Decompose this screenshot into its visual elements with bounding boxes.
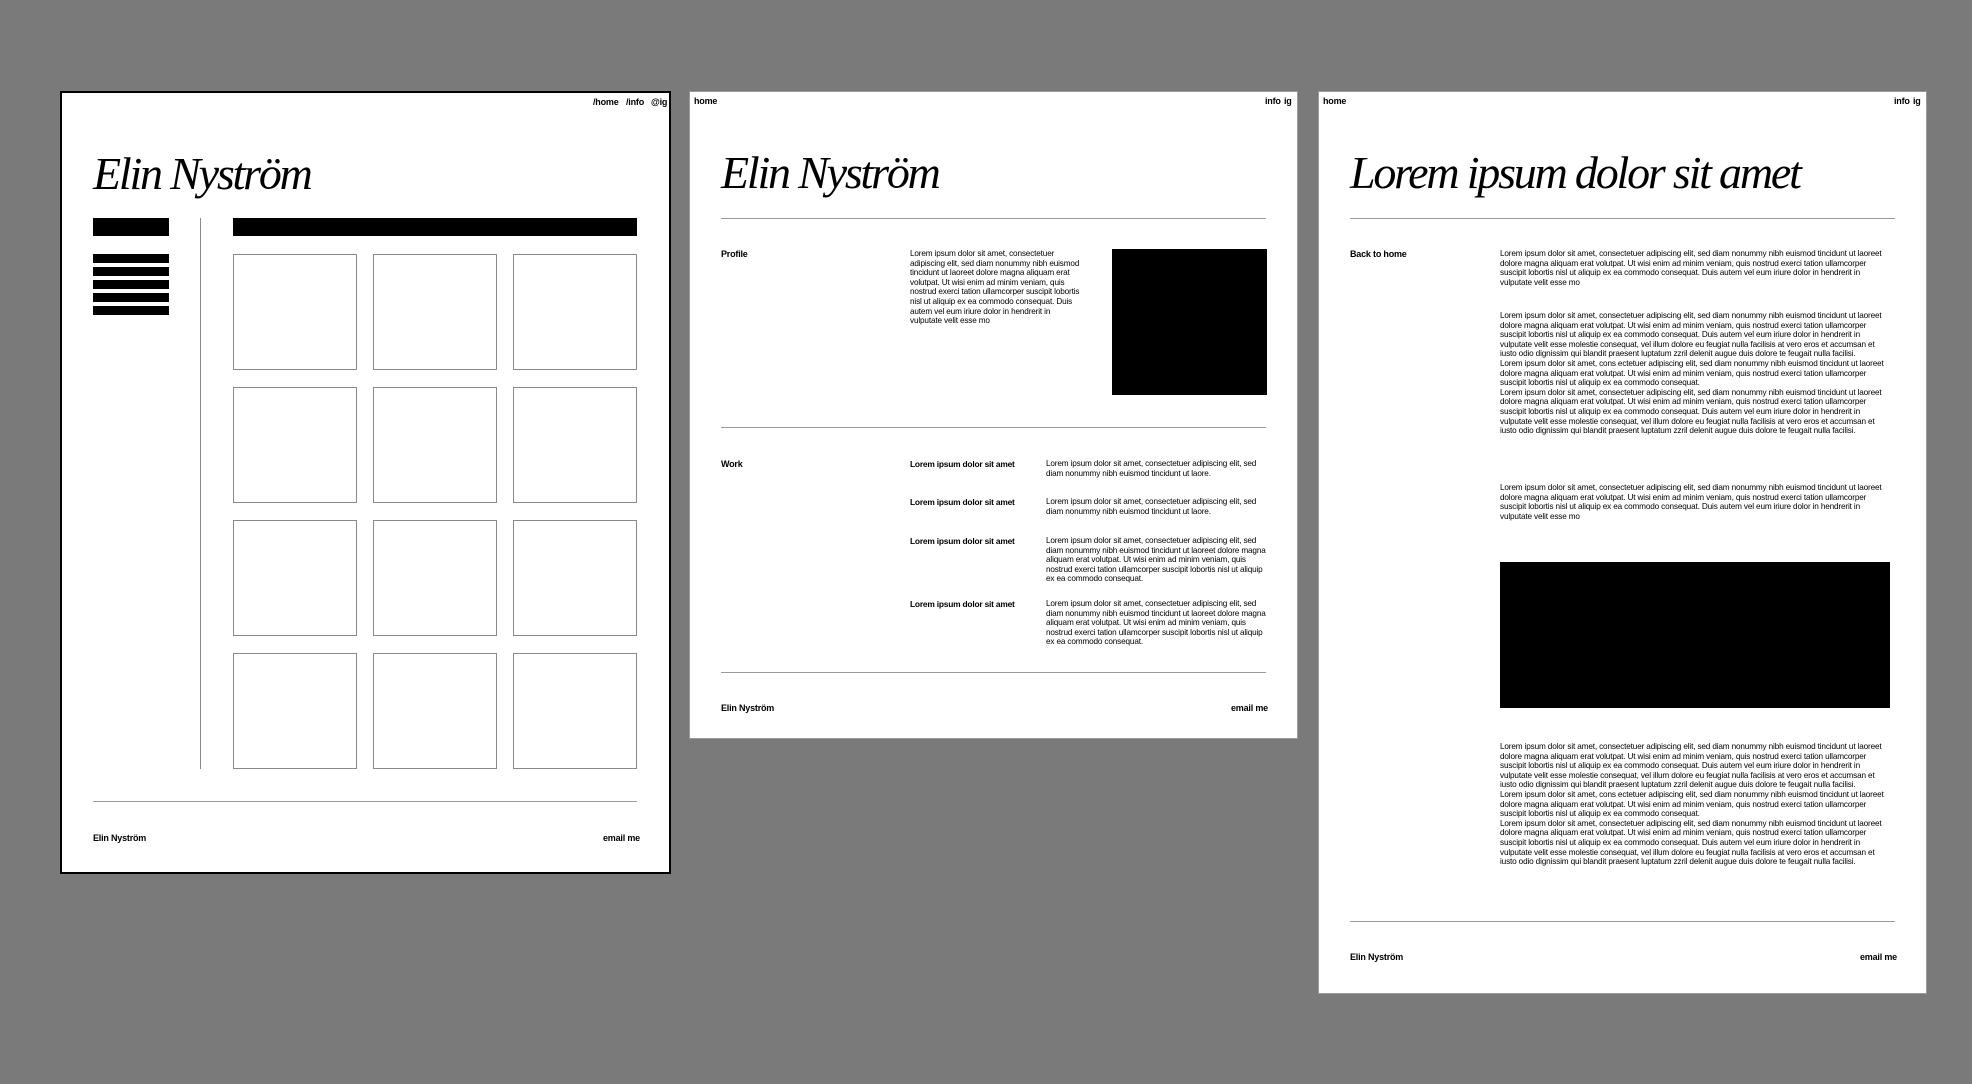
footer-divider (93, 801, 637, 802)
header-divider (1350, 218, 1895, 219)
sidebar-line-placeholder (93, 293, 169, 302)
grid-tile[interactable] (513, 520, 637, 636)
footer-divider (1350, 921, 1895, 922)
work-item-text: Lorem ipsum dolor sit amet, consectetuer… (1046, 599, 1266, 647)
grid-tile[interactable] (513, 653, 637, 769)
work-item-title[interactable]: Lorem ipsum dolor sit amet (910, 497, 1015, 507)
article-paragraph: Lorem ipsum dolor sit amet, consectetuer… (1500, 742, 1884, 867)
footer-name: Elin Nyström (721, 703, 775, 713)
nav-link-home[interactable]: home (694, 96, 717, 106)
page-title: Elin Nyström (721, 147, 941, 198)
profile-text: Lorem ipsum dolor sit amet, consectetuer… (910, 249, 1080, 326)
content-heading-placeholder (233, 218, 637, 236)
article-image (1500, 562, 1890, 708)
grid-tile[interactable] (233, 387, 357, 503)
footer-email-link[interactable]: email me (1231, 703, 1268, 713)
artboard-article-page: home info ig Lorem ipsum dolor sit amet … (1318, 91, 1927, 994)
grid-tile[interactable] (373, 387, 497, 503)
article-paragraph: Lorem ipsum dolor sit amet, consectetuer… (1500, 249, 1882, 287)
profile-label: Profile (721, 249, 748, 259)
footer-email-link[interactable]: email me (603, 833, 640, 843)
article-paragraph: Lorem ipsum dolor sit amet, consectetuer… (1500, 311, 1884, 436)
grid-tile[interactable] (373, 653, 497, 769)
artboard-profile-page: home info ig Elin Nyström Profile Lorem … (689, 91, 1298, 739)
grid-tile[interactable] (233, 520, 357, 636)
nav-link-instagram[interactable]: ig (1284, 96, 1292, 106)
nav-link-info[interactable]: info (1894, 96, 1910, 106)
grid-tile[interactable] (513, 254, 637, 370)
work-item-text: Lorem ipsum dolor sit amet, consectetuer… (1046, 497, 1257, 516)
profile-image (1112, 249, 1267, 395)
work-label: Work (721, 459, 743, 469)
grid-tile[interactable] (233, 254, 357, 370)
footer-email-link[interactable]: email me (1860, 952, 1897, 962)
footer-name: Elin Nyström (1350, 952, 1404, 962)
grid-tile[interactable] (373, 520, 497, 636)
sidebar-heading-placeholder (93, 218, 169, 236)
footer-divider (721, 672, 1266, 673)
artboard-grid-wireframe: /home /info @ig Elin Nyström Elin Nyströ… (60, 91, 671, 874)
page-title: Elin Nyström (93, 148, 313, 199)
back-to-home-link[interactable]: Back to home (1350, 249, 1407, 259)
sidebar-line-placeholder (93, 267, 169, 276)
nav-link-info[interactable]: info (1265, 96, 1281, 106)
sidebar-line-placeholder (93, 254, 169, 263)
grid-tile[interactable] (513, 387, 637, 503)
grid-tile[interactable] (233, 653, 357, 769)
footer-name: Elin Nyström (93, 833, 147, 843)
work-item-text: Lorem ipsum dolor sit amet, consectetuer… (1046, 536, 1266, 584)
work-item-title[interactable]: Lorem ipsum dolor sit amet (910, 599, 1015, 609)
work-item-title[interactable]: Lorem ipsum dolor sit amet (910, 459, 1015, 469)
sidebar-line-placeholder (93, 306, 169, 315)
vertical-divider (200, 218, 201, 769)
work-item-text: Lorem ipsum dolor sit amet, consectetuer… (1046, 459, 1257, 478)
nav-link-instagram[interactable]: ig (1913, 96, 1921, 106)
nav-link-instagram[interactable]: @ig (651, 97, 667, 107)
nav-link-home[interactable]: /home (593, 97, 619, 107)
nav-link-home[interactable]: home (1323, 96, 1346, 106)
sidebar-line-placeholder (93, 280, 169, 289)
nav-link-info[interactable]: /info (626, 97, 644, 107)
grid-tile[interactable] (373, 254, 497, 370)
article-paragraph: Lorem ipsum dolor sit amet, consectetuer… (1500, 483, 1882, 521)
work-item-title[interactable]: Lorem ipsum dolor sit amet (910, 536, 1015, 546)
section-divider (721, 427, 1266, 428)
article-title: Lorem ipsum dolor sit amet (1350, 147, 1802, 198)
header-divider (721, 218, 1266, 219)
